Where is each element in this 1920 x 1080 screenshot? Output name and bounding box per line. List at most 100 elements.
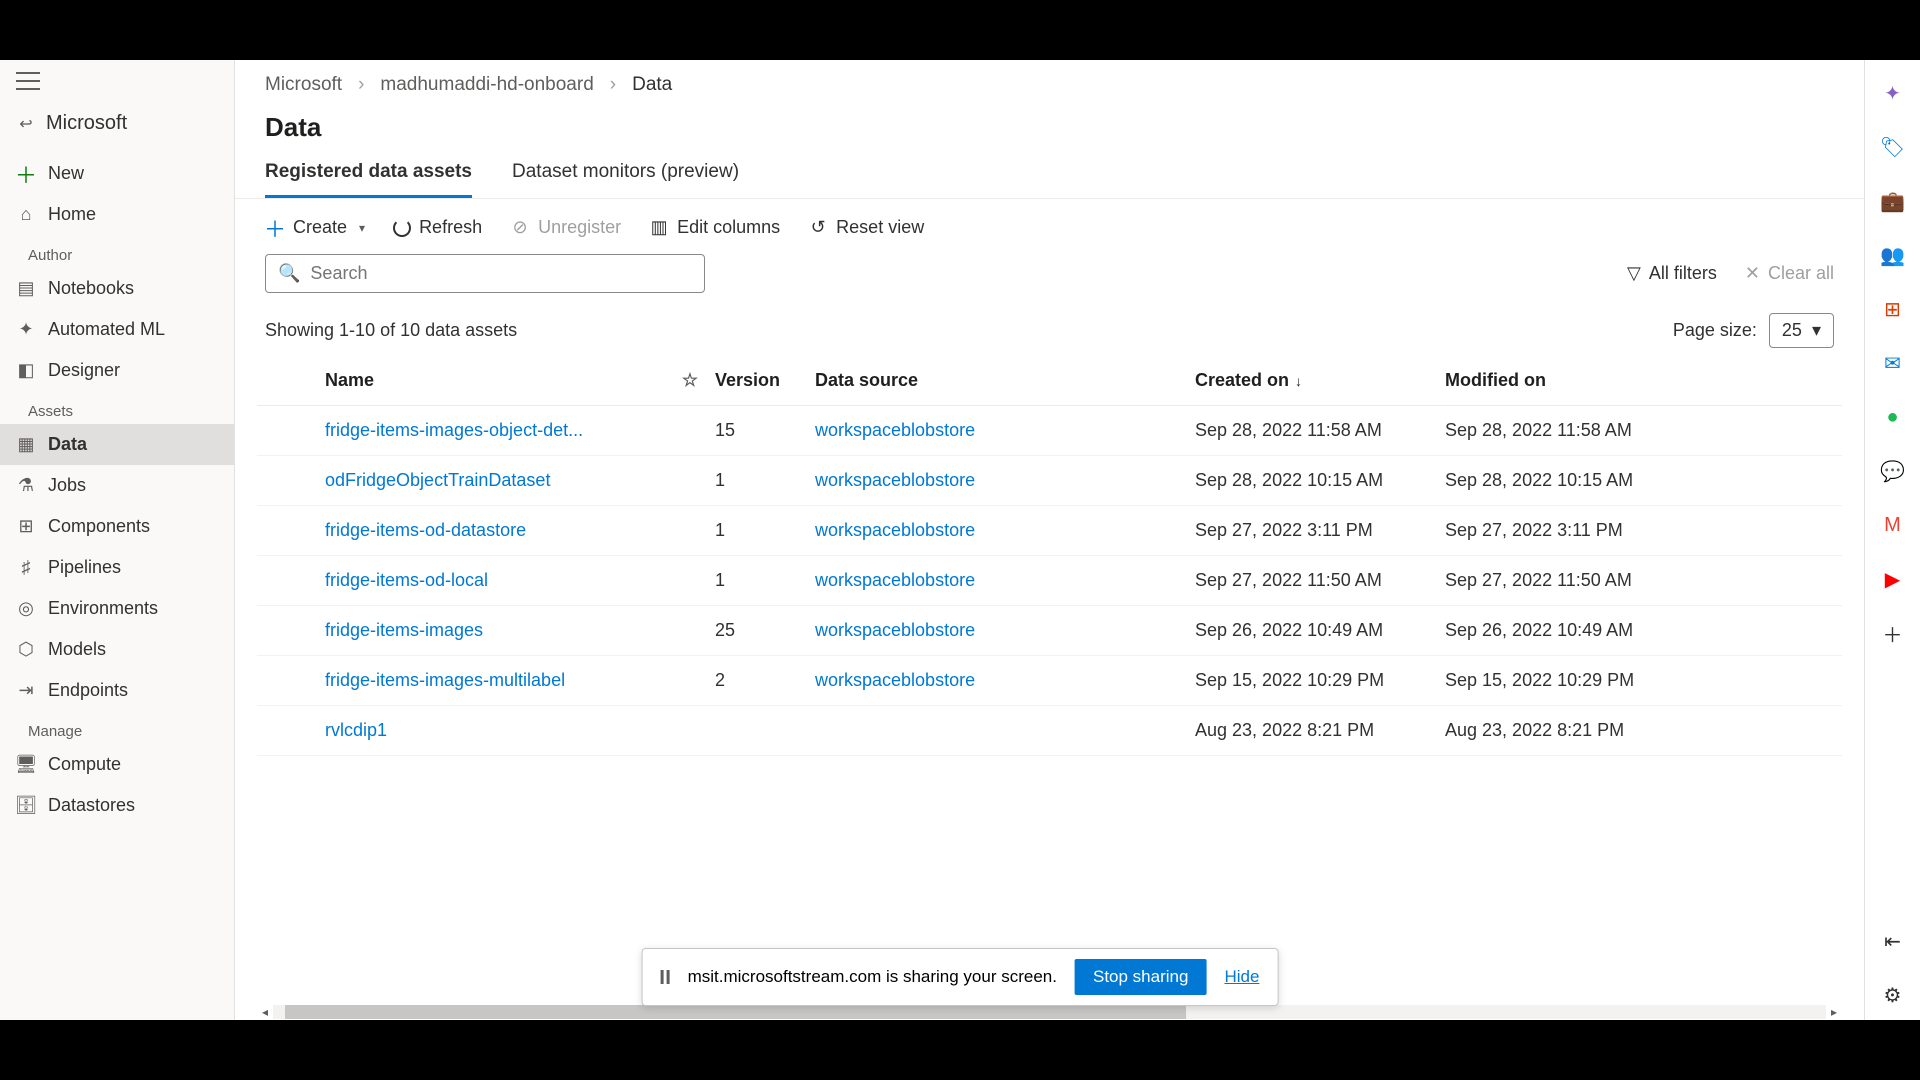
nav-home-label: Home bbox=[48, 204, 96, 225]
table-row[interactable]: fridge-items-images25workspaceblobstoreS… bbox=[257, 606, 1842, 656]
clear-all-button: ✕ Clear all bbox=[1745, 263, 1834, 284]
filter-icon: ▽ bbox=[1627, 263, 1641, 284]
horizontal-scrollbar[interactable]: ◂ ▸ bbox=[257, 1004, 1842, 1020]
col-modified[interactable]: Modified on bbox=[1445, 370, 1695, 391]
row-datasource-link[interactable]: workspaceblobstore bbox=[815, 620, 1195, 641]
pause-icon bbox=[661, 970, 670, 984]
row-version: 15 bbox=[715, 420, 815, 441]
row-name-link[interactable]: fridge-items-images-object-det... bbox=[325, 420, 665, 441]
breadcrumb-root[interactable]: Microsoft bbox=[265, 74, 342, 96]
refresh-icon bbox=[393, 219, 411, 237]
copilot-icon[interactable]: ✦ bbox=[1880, 80, 1906, 106]
hamburger-menu-icon[interactable] bbox=[16, 72, 40, 90]
row-datasource-link[interactable]: workspaceblobstore bbox=[815, 420, 1195, 441]
row-datasource-link[interactable]: workspaceblobstore bbox=[815, 520, 1195, 541]
create-button[interactable]: ＋ Create ▾ bbox=[265, 217, 365, 238]
row-modified: Sep 26, 2022 10:49 AM bbox=[1445, 620, 1695, 641]
row-version: 1 bbox=[715, 470, 815, 491]
row-created: Sep 27, 2022 11:50 AM bbox=[1195, 570, 1445, 591]
favorite-column-icon[interactable]: ☆ bbox=[665, 370, 715, 391]
row-name-link[interactable]: fridge-items-images bbox=[325, 620, 665, 641]
nav-endpoints[interactable]: ⇥ Endpoints bbox=[0, 670, 234, 711]
row-datasource-link[interactable]: workspaceblobstore bbox=[815, 470, 1195, 491]
nav-home[interactable]: ⌂ Home bbox=[0, 194, 234, 235]
row-datasource-link[interactable]: workspaceblobstore bbox=[815, 670, 1195, 691]
spotify-icon[interactable]: ● bbox=[1880, 404, 1906, 430]
row-name-link[interactable]: fridge-items-images-multilabel bbox=[325, 670, 665, 691]
hide-banner-link[interactable]: Hide bbox=[1224, 967, 1259, 987]
nav-environments[interactable]: ◎ Environments bbox=[0, 588, 234, 629]
row-name-link[interactable]: fridge-items-od-local bbox=[325, 570, 665, 591]
youtube-icon[interactable]: ▶ bbox=[1880, 566, 1906, 592]
row-name-link[interactable]: odFridgeObjectTrainDataset bbox=[325, 470, 665, 491]
row-modified: Sep 28, 2022 11:58 AM bbox=[1445, 420, 1695, 441]
nav-data[interactable]: ▦ Data bbox=[0, 424, 234, 465]
breadcrumb: Microsoft › madhumaddi-hd-onboard › Data bbox=[235, 60, 1864, 102]
messenger-icon[interactable]: 💬 bbox=[1880, 458, 1906, 484]
settings-gear-icon[interactable]: ⚙ bbox=[1880, 982, 1906, 1008]
scroll-left-icon[interactable]: ◂ bbox=[257, 1005, 273, 1019]
nav-datastores[interactable]: 🗄 Datastores bbox=[0, 785, 234, 826]
table-row[interactable]: fridge-items-od-datastore 1workspaceblobs… bbox=[257, 506, 1842, 556]
left-sidebar: ↩ Microsoft ＋ New ⌂ Home Author ▤ Notebo… bbox=[0, 60, 235, 1020]
office-icon[interactable]: ⊞ bbox=[1880, 296, 1906, 322]
all-filters-button[interactable]: ▽ All filters bbox=[1627, 263, 1717, 284]
components-icon: ⊞ bbox=[16, 517, 36, 537]
row-name-link[interactable]: rvlcdip1 bbox=[325, 720, 665, 741]
col-name[interactable]: Name bbox=[325, 370, 665, 391]
home-icon: ⌂ bbox=[16, 205, 36, 225]
search-input-wrapper[interactable]: 🔍 bbox=[265, 254, 705, 293]
screen-share-banner: msit.microsoftstream.com is sharing your… bbox=[642, 948, 1279, 1006]
chevron-right-icon: › bbox=[610, 74, 616, 96]
tabs: Registered data assets Dataset monitors … bbox=[235, 151, 1864, 199]
refresh-button[interactable]: Refresh bbox=[393, 217, 482, 238]
stop-sharing-button[interactable]: Stop sharing bbox=[1075, 959, 1206, 995]
share-message: msit.microsoftstream.com is sharing your… bbox=[688, 967, 1057, 987]
breadcrumb-workspace[interactable]: madhumaddi-hd-onboard bbox=[380, 74, 593, 96]
briefcase-icon[interactable]: 💼 bbox=[1880, 188, 1906, 214]
workspace-switcher[interactable]: ↩ Microsoft bbox=[0, 102, 234, 153]
table-row[interactable]: fridge-items-od-local 1workspaceblobstore… bbox=[257, 556, 1842, 606]
nav-designer[interactable]: ◧ Designer bbox=[0, 350, 234, 391]
close-icon: ✕ bbox=[1745, 263, 1760, 284]
col-datasource[interactable]: Data source bbox=[815, 370, 1195, 391]
nav-automl[interactable]: ✦ Automated ML bbox=[0, 309, 234, 350]
table-row[interactable]: rvlcdip1Aug 23, 2022 8:21 PMAug 23, 2022… bbox=[257, 706, 1842, 756]
tab-registered-data-assets[interactable]: Registered data assets bbox=[265, 151, 472, 198]
unregister-button: ⊘ Unregister bbox=[510, 217, 621, 238]
nav-notebooks[interactable]: ▤ Notebooks bbox=[0, 268, 234, 309]
table-header: Name ☆ Version Data source Created on↓ M… bbox=[257, 356, 1842, 406]
nav-new[interactable]: ＋ New bbox=[0, 153, 234, 194]
table-row[interactable]: odFridgeObjectTrainDataset 1workspaceblob… bbox=[257, 456, 1842, 506]
gmail-icon[interactable]: M bbox=[1880, 512, 1906, 538]
row-version: 1 bbox=[715, 520, 815, 541]
outlook-icon[interactable]: ✉ bbox=[1880, 350, 1906, 376]
row-version: 1 bbox=[715, 570, 815, 591]
tag-icon[interactable]: 🏷 bbox=[1880, 134, 1906, 160]
reset-view-button[interactable]: ↺ Reset view bbox=[808, 217, 924, 238]
flask-icon: ⚗ bbox=[16, 476, 36, 496]
people-icon[interactable]: 👥 bbox=[1880, 242, 1906, 268]
nav-components[interactable]: ⊞ Components bbox=[0, 506, 234, 547]
table-row[interactable]: fridge-items-images-object-det... 15works… bbox=[257, 406, 1842, 456]
edit-columns-button[interactable]: ▥ Edit columns bbox=[649, 217, 780, 238]
row-datasource-link[interactable]: workspaceblobstore bbox=[815, 570, 1195, 591]
nav-pipelines[interactable]: ♯ Pipelines bbox=[0, 547, 234, 588]
col-version[interactable]: Version bbox=[715, 370, 815, 391]
col-created[interactable]: Created on↓ bbox=[1195, 370, 1445, 391]
nav-jobs[interactable]: ⚗ Jobs bbox=[0, 465, 234, 506]
nav-models[interactable]: ⬡ Models bbox=[0, 629, 234, 670]
row-name-link[interactable]: fridge-items-od-datastore bbox=[325, 520, 665, 541]
pipeline-icon: ♯ bbox=[16, 558, 36, 578]
table-row[interactable]: fridge-items-images-multilabel2workspace… bbox=[257, 656, 1842, 706]
scroll-right-icon[interactable]: ▸ bbox=[1826, 1005, 1842, 1019]
search-input[interactable] bbox=[310, 263, 692, 284]
back-arrow-icon: ↩ bbox=[16, 114, 36, 134]
datastore-icon: 🗄 bbox=[16, 796, 36, 816]
tab-dataset-monitors[interactable]: Dataset monitors (preview) bbox=[512, 151, 739, 198]
panel-toggle-icon[interactable]: ⇤ bbox=[1880, 928, 1906, 954]
add-app-icon[interactable]: ＋ bbox=[1880, 620, 1906, 646]
pagesize-select[interactable]: 25 ▾ bbox=[1769, 313, 1834, 348]
nav-compute[interactable]: 🖥 Compute bbox=[0, 744, 234, 785]
page-title: Data bbox=[235, 102, 1864, 151]
